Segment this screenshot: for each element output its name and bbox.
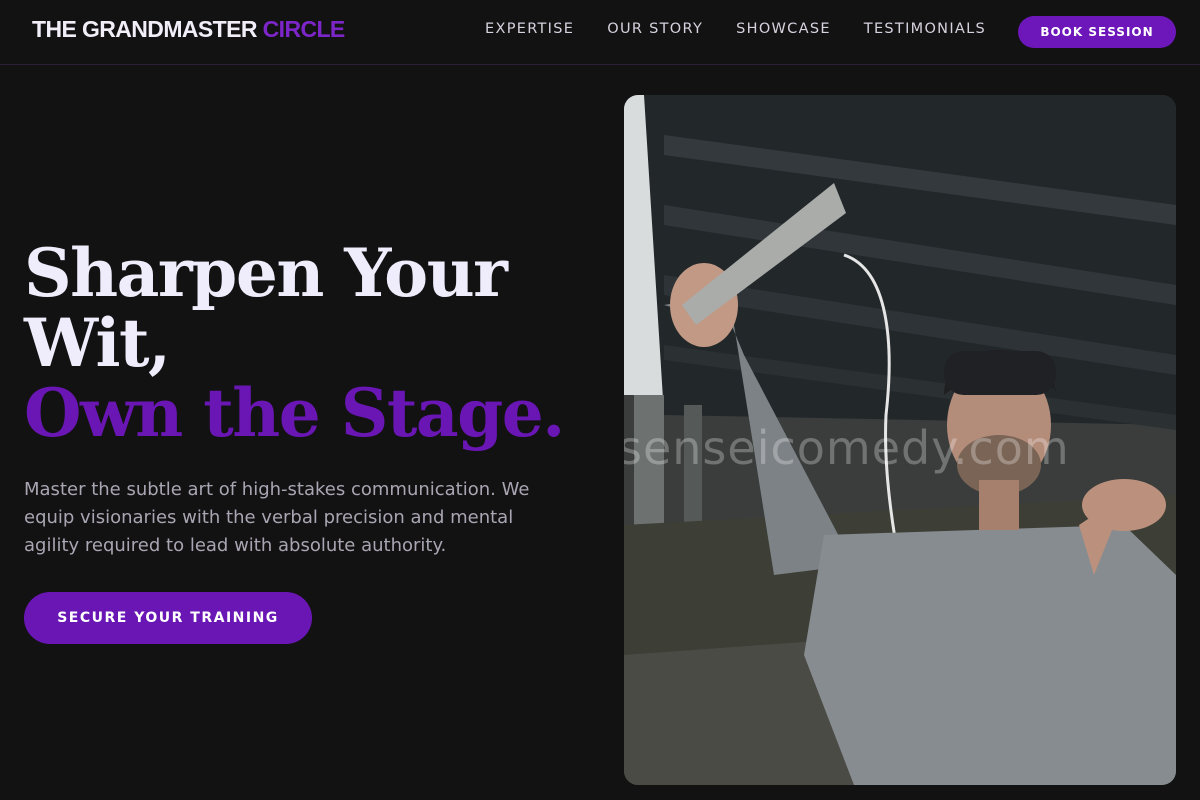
nav-link-our-story[interactable]: OUR STORY [607,21,703,37]
logo-main-text: THE GRANDMASTER [32,16,257,42]
hero-description: Master the subtle art of high-stakes com… [24,479,530,556]
book-session-button[interactable]: BOOK SESSION [1018,16,1176,48]
site-logo[interactable]: THE GRANDMASTER CIRCLE [32,16,345,43]
top-navbar: THE GRANDMASTER CIRCLE EXPERTISE OUR STO… [0,0,1200,65]
photo-watermark: senseicomedy.com [624,421,1070,475]
nav-link-showcase[interactable]: SHOWCASE [736,21,831,37]
hero-title: Sharpen Your Wit, Own the Stage. [24,238,604,448]
nav-link-expertise[interactable]: EXPERTISE [485,21,574,37]
logo-accent-text: CIRCLE [262,16,346,42]
secure-training-button[interactable]: SECURE YOUR TRAINING [24,592,312,644]
nav-link-testimonials[interactable]: TESTIMONIALS [864,21,986,37]
hero-photo: senseicomedy.com [624,95,1176,785]
hero-title-accent: Own the Stage. [24,374,565,452]
hero-title-line-2: Wit, [24,304,171,382]
main-nav: EXPERTISE OUR STORY SHOWCASE TESTIMONIAL… [485,21,1019,37]
hero-title-line-1: Sharpen Your [24,234,508,312]
